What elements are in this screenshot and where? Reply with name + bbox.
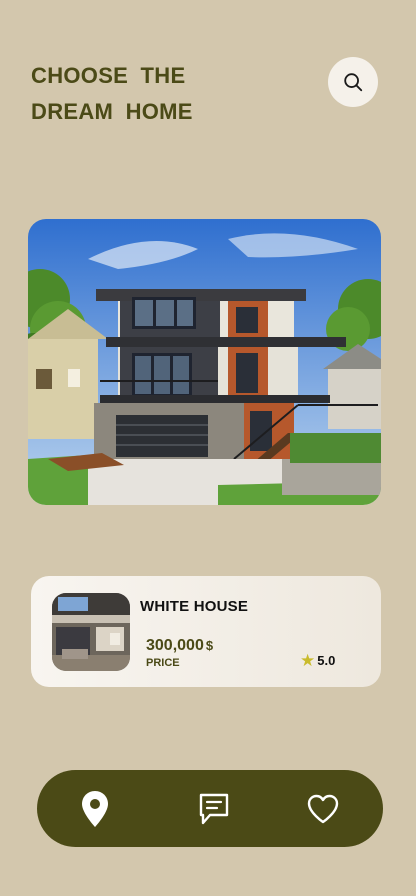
star-icon: ★: [300, 651, 316, 670]
bottom-nav: [37, 770, 383, 847]
price-value: 300,000: [146, 637, 204, 654]
search-icon: [344, 73, 363, 92]
nav-messages[interactable]: [194, 789, 234, 829]
price-currency: $: [205, 638, 214, 653]
nav-favorites[interactable]: [303, 789, 343, 829]
rating-value: 5.0: [317, 653, 336, 668]
property-thumbnail: [52, 593, 130, 671]
title-line-1: CHOOSE THE: [31, 63, 186, 88]
location-pin-icon: [82, 791, 108, 827]
nav-location[interactable]: [75, 789, 115, 829]
search-button[interactable]: [328, 57, 378, 107]
property-name: WHITE HOUSE: [140, 598, 249, 615]
property-price: 300,000 $: [146, 637, 213, 655]
heart-icon: [307, 794, 339, 824]
page-title: CHOOSE THE DREAM HOME: [31, 58, 193, 130]
property-card[interactable]: WHITE HOUSE 300,000 $ PRICE ★ 5.0: [31, 576, 381, 687]
price-label: PRICE: [146, 657, 180, 669]
title-line-2: DREAM HOME: [31, 99, 193, 124]
rating: ★ 5.0: [300, 652, 335, 669]
chat-icon: [199, 793, 229, 825]
hero-house-image[interactable]: [28, 219, 381, 505]
